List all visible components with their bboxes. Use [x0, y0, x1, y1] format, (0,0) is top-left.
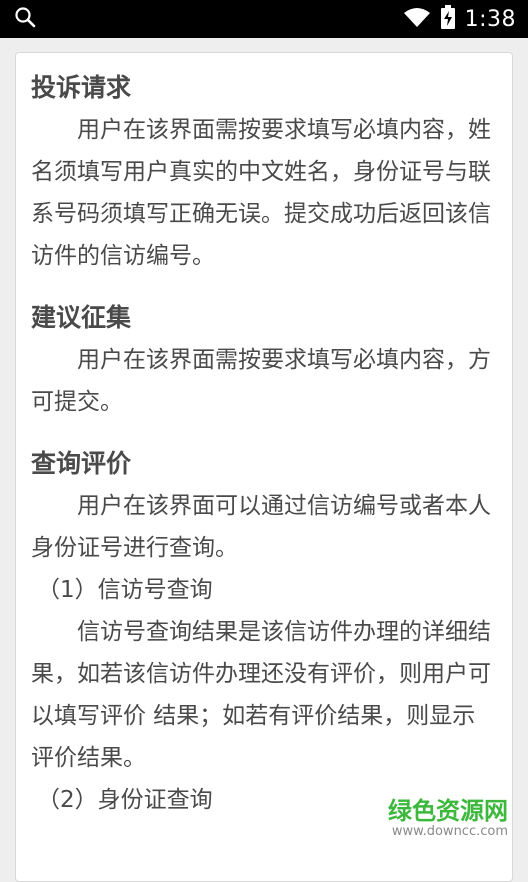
section-title: 查询评价	[31, 443, 491, 485]
card-content: 投诉请求 用户在该界面需按要求填写必填内容，姓名须填写用户真实的中文姓名，身份证…	[31, 67, 491, 841]
section-suggestion: 建议征集 用户在该界面需按要求填写必填内容，方可提交。	[31, 297, 491, 423]
search-icon[interactable]	[14, 6, 36, 32]
watermark-sub: www.downcc.com	[388, 825, 508, 839]
section-query: 查询评价 用户在该界面可以通过信访编号或者本人身份证号进行查询。 （1）信访号查…	[31, 443, 491, 821]
wifi-icon	[403, 6, 431, 32]
section-paragraph: 用户在该界面需按要求填写必填内容，方可提交。	[31, 339, 491, 423]
status-right: 1:38	[403, 5, 516, 33]
status-time: 1:38	[465, 7, 516, 32]
status-bar: 1:38	[0, 0, 528, 38]
status-left	[14, 6, 36, 32]
battery-charging-icon	[441, 5, 455, 33]
watermark-main: 绿色资源网	[388, 797, 508, 825]
content-card: 投诉请求 用户在该界面需按要求填写必填内容，姓名须填写用户真实的中文姓名，身份证…	[15, 52, 513, 882]
section-title: 建议征集	[31, 297, 491, 339]
watermark-logo: 绿色资源网 www.downcc.com	[388, 797, 508, 839]
section-paragraph: 用户在该界面可以通过信访编号或者本人身份证号进行查询。	[31, 485, 491, 569]
section-complaint: 投诉请求 用户在该界面需按要求填写必填内容，姓名须填写用户真实的中文姓名，身份证…	[31, 67, 491, 277]
sub-item-label: （1）信访号查询	[31, 569, 491, 611]
section-title: 投诉请求	[31, 67, 491, 109]
sub-item-text: 信访号查询结果是该信访件办理的详细结果，如若该信访件办理还没有评价，则用户可以填…	[31, 611, 491, 779]
section-paragraph: 用户在该界面需按要求填写必填内容，姓名须填写用户真实的中文姓名，身份证号与联系号…	[31, 109, 491, 277]
